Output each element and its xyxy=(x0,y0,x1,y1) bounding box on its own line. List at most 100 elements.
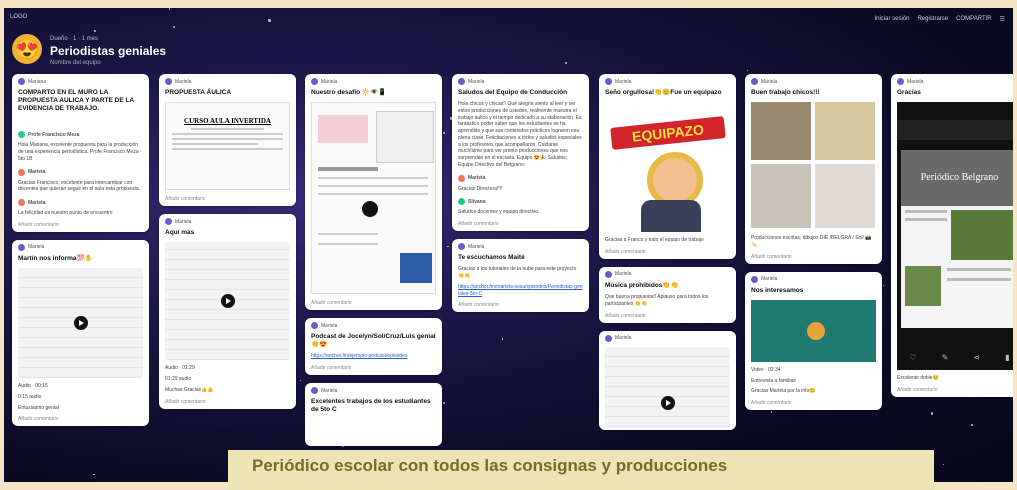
avatar xyxy=(165,218,172,226)
phone-screenshot[interactable]: Periódico Belgrano ♡ ✎ ⋖ ▮ xyxy=(897,102,1013,371)
add-comment-field[interactable]: Añadir comentario xyxy=(305,362,442,375)
star xyxy=(564,62,567,64)
post-author: Mariela xyxy=(468,78,485,85)
illustration xyxy=(400,253,432,284)
login-link[interactable]: Iniciar sesión xyxy=(874,16,909,23)
post-title: Seño orgullosa!👏😊Fue un equipazo xyxy=(605,89,722,96)
photo-collage[interactable] xyxy=(751,102,876,230)
text-line xyxy=(318,185,428,188)
edit-icon[interactable]: ✎ xyxy=(942,353,949,362)
photo xyxy=(751,164,811,229)
post-card[interactable]: Mariela Saludos del Equipo de Conducción… xyxy=(452,74,589,232)
video-thumbnail[interactable] xyxy=(751,299,876,362)
add-comment-field[interactable]: Añadir comentario xyxy=(891,384,1013,397)
post-title: Te escuchamos Maité xyxy=(458,254,525,262)
avatar xyxy=(18,199,25,207)
add-comment-field[interactable]: Añadir comentario xyxy=(12,219,149,232)
star xyxy=(93,473,96,476)
photo xyxy=(815,164,875,229)
post-title: Buen trabajo chicos!!! xyxy=(751,89,820,96)
top-bar: LOGO Iniciar sesión Registrarse COMPARTI… xyxy=(4,8,1013,32)
post-card[interactable]: Mariela Buen trabajo chicos!!! Produccio… xyxy=(745,74,882,264)
avatar xyxy=(605,78,612,85)
comment-author: Marieta xyxy=(28,199,46,206)
menu-icon[interactable]: ☰ xyxy=(1000,16,1005,23)
comment-author: Marieta xyxy=(468,175,486,182)
audio-thumbnail[interactable] xyxy=(165,242,290,361)
post-card[interactable]: Mariela Excelentes trabajos de los estud… xyxy=(305,383,442,447)
post-author: Mariela xyxy=(615,335,632,341)
post-author: Mariela xyxy=(175,78,192,85)
add-comment-field[interactable]: Añadir comentario xyxy=(599,310,736,323)
add-comment-field[interactable]: Añadir comentario xyxy=(745,397,882,410)
post-text: Que buena propuesta!! Aplauso para todos… xyxy=(605,294,709,307)
share-icon[interactable]: ⋖ xyxy=(973,353,980,362)
post-text: Entusiasmo genial xyxy=(18,404,59,411)
add-comment-field[interactable]: Añadir comentario xyxy=(599,246,736,259)
avatar xyxy=(165,78,172,85)
media-sub: 0:15 audio xyxy=(18,393,42,400)
star xyxy=(943,463,945,465)
add-comment-field[interactable]: Añadir comentario xyxy=(12,413,149,426)
post-link[interactable]: https://anchor.fm/mariela-sosa/episodes/… xyxy=(452,282,589,300)
bitmoji-image[interactable]: EQUIPAZO xyxy=(605,102,730,233)
add-comment-field[interactable]: Añadir comentario xyxy=(745,251,882,264)
play-icon[interactable] xyxy=(220,294,235,309)
avatar xyxy=(897,78,904,85)
post-card[interactable]: Mariela Martín nos informa💯✋ Audio · 00:… xyxy=(12,239,149,427)
avatar xyxy=(458,198,465,206)
delete-icon[interactable]: ▮ xyxy=(1005,353,1009,362)
post-card[interactable]: Mariela Música prohibidos👏👏 Que buena pr… xyxy=(599,266,736,323)
post-author: Mariela xyxy=(907,78,924,85)
text-line xyxy=(905,218,947,222)
add-comment-field[interactable]: Añadir comentario xyxy=(305,297,442,310)
audio-thumbnail[interactable] xyxy=(18,268,143,378)
add-comment-field[interactable]: Añadir comentario xyxy=(159,193,296,206)
play-icon[interactable] xyxy=(807,321,825,340)
post-card[interactable]: Mariela Gracias Periódico Belgrano ♡ ✎ ⋖ ▮ … xyxy=(891,74,1013,397)
play-icon[interactable] xyxy=(660,395,675,410)
add-comment-field[interactable]: Añadir comentario xyxy=(452,218,589,231)
document-preview[interactable]: CURSO AULA INVERTIDA xyxy=(165,102,290,191)
comment-author: Silvana xyxy=(468,198,486,205)
comment-text: Gracias Directora!!!! xyxy=(458,185,503,192)
text-line xyxy=(318,243,378,246)
post-card[interactable]: Mariana COMPARTO EN EL MURO LA PROPUESTA… xyxy=(12,74,149,232)
star xyxy=(747,69,749,72)
media-caption: Video · 02:34 xyxy=(751,366,781,373)
share-button[interactable]: COMPARTIR xyxy=(956,16,991,23)
column-6: Mariela Buen trabajo chicos!!! Produccio… xyxy=(745,74,882,418)
phone-toolbar xyxy=(897,120,1013,141)
post-card[interactable]: Mariela Podcast de Jocelyn/Sol/Cruz/Luis… xyxy=(305,318,442,376)
column-2: Mariela PROPUESTA ÁULICA CURSO AULA INVE… xyxy=(159,74,296,417)
post-card[interactable]: Mariela Te escuchamos Maité Gracias a lo… xyxy=(452,239,589,313)
image xyxy=(318,115,368,144)
phone-nav-bar: ♡ ✎ ⋖ ▮ xyxy=(897,353,1013,362)
photo xyxy=(905,266,941,307)
post-link[interactable]: https://anchor.fm/ejemplo-podcast/episod… xyxy=(305,351,442,362)
play-icon[interactable] xyxy=(362,201,378,218)
signup-link[interactable]: Registrarse xyxy=(917,16,948,23)
collage-preview[interactable] xyxy=(311,102,436,295)
post-card[interactable]: Mariela Nos interesamos Video · 02:34 En… xyxy=(745,271,882,410)
avatar xyxy=(311,78,318,85)
topbar-logo[interactable]: LOGO xyxy=(10,14,27,20)
post-text: Entrevista a familias xyxy=(751,377,796,384)
audio-thumbnail[interactable] xyxy=(605,346,730,427)
play-icon[interactable] xyxy=(73,316,88,330)
add-comment-field[interactable]: Añadir comentario xyxy=(159,396,296,409)
add-comment-field[interactable]: Añadir comentario xyxy=(452,299,589,312)
post-card[interactable]: Mariela Nuestro desafío 🔆👁️📱 Añadir come… xyxy=(305,74,442,311)
board-header: 😍 Dueño · 1 · 1 mes Periodistas geniales… xyxy=(12,32,412,72)
post-card[interactable]: Mariela xyxy=(599,330,736,430)
post-card[interactable]: Mariela Aquí más Audio · 01:29 01:29 aud… xyxy=(159,214,296,409)
media-sub: 01:29 audio xyxy=(165,376,192,382)
text-line xyxy=(172,138,283,141)
post-card[interactable]: Mariela PROPUESTA ÁULICA CURSO AULA INVE… xyxy=(159,74,296,207)
post-title: COMPARTO EN EL MURO LA PROPUESTA AULICA … xyxy=(18,89,134,113)
star xyxy=(442,402,445,404)
photo xyxy=(815,102,875,161)
avatar xyxy=(18,243,25,251)
heart-icon[interactable]: ♡ xyxy=(910,353,917,362)
post-card[interactable]: Mariela Seño orgullosa!👏😊Fue un equipazo… xyxy=(599,74,736,259)
